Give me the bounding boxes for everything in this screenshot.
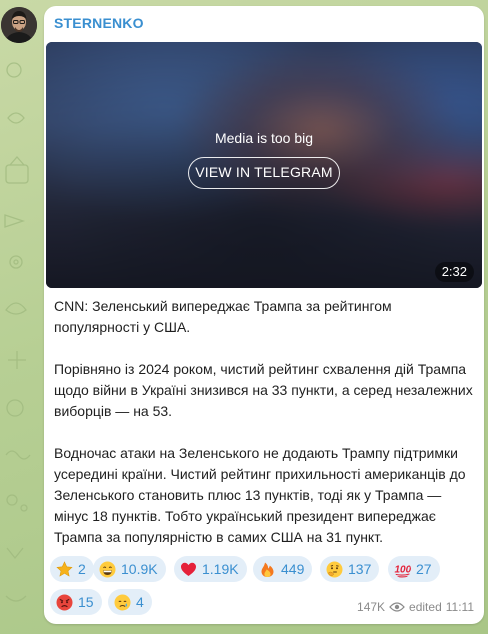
reaction-crying[interactable]: 4 [108, 589, 152, 615]
edited-label: edited [409, 600, 442, 614]
reaction-grinning[interactable]: 10.9K [93, 556, 166, 582]
channel-avatar[interactable] [1, 7, 37, 43]
background-doodles [4, 62, 31, 602]
reaction-count: 2 [78, 561, 86, 577]
fire-icon [261, 562, 274, 577]
reaction-angry[interactable]: 15 [50, 589, 102, 615]
hundred-points-icon: 100 [395, 564, 411, 577]
media-too-big-notice: Media is too big [214, 130, 314, 146]
star-icon [56, 560, 73, 577]
message-bubble: STERNENKO Media is too big VIEW IN TELEG… [44, 6, 484, 624]
view-in-telegram-button[interactable]: VIEW IN TELEGRAM [188, 157, 340, 189]
post-paragraph: CNN: Зеленський випереджає Трампа за рей… [54, 298, 392, 335]
reaction-count: 137 [348, 561, 372, 577]
message-time: 11:11 [445, 600, 474, 614]
reaction-count: 1.19K [202, 561, 239, 577]
reaction-thinking[interactable]: 137 [320, 556, 380, 582]
avatar-portrait-icon [1, 7, 37, 43]
reaction-heart[interactable]: 1.19K [174, 556, 247, 582]
reaction-fire[interactable]: 449 [253, 556, 313, 582]
reaction-count: 10.9K [121, 561, 158, 577]
reaction-hundred[interactable]: 100 27 [388, 556, 440, 582]
message-footer: 147K edited 11:11 [357, 600, 474, 614]
reaction-count: 4 [136, 594, 144, 610]
thinking-face-icon [326, 561, 343, 577]
reaction-star[interactable]: 2 [50, 556, 94, 582]
red-heart-icon [181, 562, 196, 576]
reaction-count: 449 [281, 561, 305, 577]
post-text: CNN: Зеленський випереджає Трампа за рей… [54, 296, 474, 548]
eye-icon [389, 602, 405, 612]
reaction-count: 27 [416, 561, 432, 577]
post-paragraph: Порівняно із 2024 роком, чистий рейтинг … [54, 361, 473, 419]
video-duration-badge: 2:32 [434, 262, 474, 282]
view-count: 147K [357, 600, 386, 614]
angry-face-icon [56, 594, 73, 610]
channel-name[interactable]: STERNENKO [54, 15, 144, 31]
video-preview[interactable]: Media is too big VIEW IN TELEGRAM 2:32 [46, 42, 482, 288]
post-paragraph: Водночас атаки на Зеленського не додають… [54, 445, 466, 545]
grinning-face-icon [99, 561, 116, 577]
crying-face-icon [114, 594, 131, 610]
reaction-count: 15 [78, 594, 94, 610]
